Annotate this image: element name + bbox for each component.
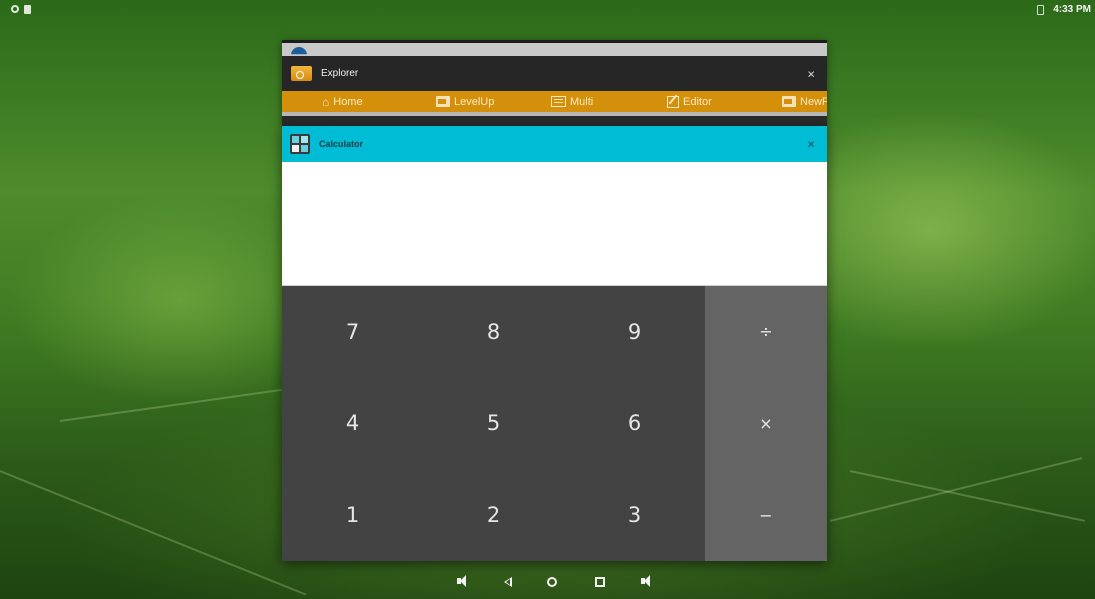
- operator-pad: ÷ × −: [705, 286, 827, 561]
- volume-up-icon[interactable]: [641, 575, 652, 587]
- battery-icon: [1037, 4, 1045, 15]
- circle-icon: [11, 5, 19, 13]
- status-left-icons: [11, 5, 31, 14]
- back-icon[interactable]: [504, 577, 512, 587]
- explorer-window[interactable]: Explorer × ⌂ Home LevelUp Multi Editor N…: [282, 40, 827, 126]
- calculator-window[interactable]: Calculator × 7 8 9 4 5 6 1 2 3 ÷ × −: [282, 126, 827, 561]
- toolbar-label: Home: [333, 95, 363, 108]
- wallpaper-leaf-vein: [59, 385, 308, 422]
- recents-icon[interactable]: [595, 577, 605, 587]
- calculator-title: Calculator: [319, 139, 364, 149]
- digit-pad: 7 8 9 4 5 6 1 2 3: [282, 286, 705, 561]
- key-3[interactable]: 3: [564, 469, 705, 561]
- toolbar-label: NewF: [800, 95, 827, 108]
- edit-icon: [667, 95, 679, 108]
- key-8[interactable]: 8: [423, 286, 564, 378]
- home-icon[interactable]: [547, 577, 557, 587]
- status-right: 4:33 PM: [1037, 4, 1091, 15]
- explorer-app-icon: [291, 66, 312, 81]
- key-9[interactable]: 9: [564, 286, 705, 378]
- new-folder-icon: [782, 96, 796, 107]
- calculator-app-icon: [290, 134, 310, 154]
- calculator-keypad: 7 8 9 4 5 6 1 2 3 ÷ × −: [282, 286, 827, 561]
- navigation-bar: [0, 566, 1095, 599]
- wallpaper-leaf-vein: [849, 470, 1085, 522]
- explorer-title: Explorer: [321, 68, 359, 79]
- file-icon: [24, 5, 31, 14]
- volume-down-icon[interactable]: [457, 575, 468, 587]
- divide-key[interactable]: ÷: [705, 286, 827, 378]
- key-5[interactable]: 5: [423, 378, 564, 470]
- toolbar-editor-button[interactable]: Editor: [667, 95, 712, 108]
- toolbar-home-button[interactable]: ⌂ Home: [322, 96, 363, 108]
- key-6[interactable]: 6: [564, 378, 705, 470]
- key-1[interactable]: 1: [282, 469, 423, 561]
- status-bar: 4:33 PM: [0, 0, 1095, 22]
- multi-select-icon: [551, 96, 566, 107]
- calculator-titlebar[interactable]: Calculator ×: [282, 126, 827, 162]
- home-icon: ⌂: [322, 94, 330, 109]
- key-7[interactable]: 7: [282, 286, 423, 378]
- explorer-header-strip: [282, 40, 827, 56]
- close-icon[interactable]: ×: [807, 138, 815, 151]
- multiply-key[interactable]: ×: [705, 378, 827, 470]
- minus-key[interactable]: −: [705, 469, 827, 561]
- clock: 4:33 PM: [1053, 4, 1091, 15]
- explorer-toolbar: ⌂ Home LevelUp Multi Editor NewF: [282, 91, 827, 116]
- toolbar-label: LevelUp: [454, 95, 495, 108]
- calculator-display[interactable]: [282, 162, 827, 286]
- toolbar-label: Editor: [683, 95, 712, 108]
- toolbar-levelup-button[interactable]: LevelUp: [436, 96, 494, 108]
- toolbar-newfolder-button[interactable]: NewF: [782, 96, 827, 108]
- folder-up-icon: [436, 96, 450, 107]
- close-icon[interactable]: ×: [807, 67, 815, 80]
- toolbar-multi-button[interactable]: Multi: [551, 96, 593, 108]
- explorer-titlebar[interactable]: Explorer ×: [282, 56, 827, 91]
- key-2[interactable]: 2: [423, 469, 564, 561]
- key-4[interactable]: 4: [282, 378, 423, 470]
- toolbar-label: Multi: [570, 95, 594, 108]
